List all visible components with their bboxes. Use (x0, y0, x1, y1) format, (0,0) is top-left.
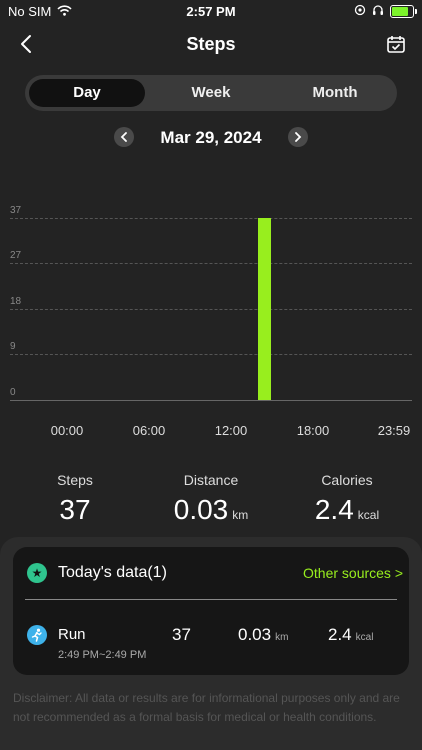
chart-bar (258, 218, 272, 400)
y-tick-label: 0 (10, 387, 16, 398)
run-icon (27, 625, 47, 645)
calendar-button[interactable] (382, 30, 410, 58)
distance-value: 0.03 (173, 494, 229, 525)
activity-steps: 37 (172, 625, 191, 644)
activity-row[interactable]: Run 2:49 PM~2:49 PM 37 0.03 km 2.4 kcal (13, 625, 409, 665)
x-tick-label: 18:00 (296, 423, 330, 438)
activity-calories-value: 2.4 (328, 625, 352, 644)
activity-distance-value: 0.03 (238, 625, 272, 644)
distance-label: Distance (183, 472, 239, 488)
tab-day[interactable]: Day (29, 79, 145, 107)
todays-data-title: Today's data(1) (58, 564, 167, 581)
calories-value: 2.4 (314, 494, 354, 525)
grid-line (10, 218, 412, 219)
other-sources-link[interactable]: Other sources > (303, 565, 403, 581)
x-tick-label: 06:00 (132, 423, 166, 438)
distance-unit: km (232, 508, 249, 522)
y-tick-label: 18 (10, 296, 22, 307)
grid-line (10, 263, 412, 264)
distance-stat: Distance 0.03 km (141, 472, 281, 526)
disclaimer-text: Disclaimer: All data or results are for … (13, 691, 400, 724)
y-tick-label: 37 (10, 205, 22, 216)
todays-data-card: ★ Today's data(1) Other sources > Run 2:… (13, 547, 409, 675)
status-right (354, 4, 417, 19)
star-icon: ★ (27, 563, 47, 583)
grid-line (10, 354, 412, 355)
activity-distance-unit: km (275, 632, 289, 643)
steps-label: Steps (57, 472, 93, 488)
calories-unit: kcal (357, 508, 380, 522)
grid-line (10, 309, 412, 310)
divider (25, 599, 397, 600)
activity-calories-unit: kcal (355, 632, 374, 643)
status-bar: No SIM 2:57 PM (0, 0, 422, 24)
calories-label: Calories (321, 472, 373, 488)
calendar-check-icon (387, 36, 405, 53)
headphones-icon (372, 4, 384, 19)
date-selector: Mar 29, 2024 (0, 124, 422, 152)
activity-label: Run (58, 626, 86, 643)
chevron-right-icon (295, 132, 302, 142)
period-segmented-control: Day Week Month (25, 75, 397, 111)
tab-week[interactable]: Week (153, 79, 269, 107)
x-tick-label: 23:59 (377, 423, 411, 438)
y-tick-label: 9 (10, 341, 16, 352)
x-tick-label: 12:00 (214, 423, 248, 438)
y-tick-label: 27 (10, 250, 22, 261)
todays-data-header: ★ Today's data(1) Other sources > (13, 547, 409, 599)
calories-stat: Calories 2.4 kcal (277, 472, 417, 526)
steps-stat: Steps 37 (5, 472, 145, 526)
steps-bar-chart: 37 27 18 9 0 00:00 06:00 12:00 18:00 23:… (0, 195, 422, 445)
x-tick-label: 00:00 (50, 423, 84, 438)
activity-distance: 0.03 km (238, 625, 288, 645)
activity-calories: 2.4 kcal (328, 625, 373, 645)
battery-icon (390, 5, 417, 18)
activity-time-range: 2:49 PM~2:49 PM (58, 649, 147, 661)
next-date-button[interactable] (288, 127, 308, 147)
current-date: Mar 29, 2024 (160, 128, 262, 147)
page-title: Steps (186, 34, 236, 54)
tab-month[interactable]: Month (277, 79, 393, 107)
summary-stats: Steps 37 Distance 0.03 km Calories 2.4 kca… (0, 472, 422, 542)
nav-bar: Steps (0, 26, 422, 62)
location-lock-icon (354, 4, 366, 19)
chart-baseline (10, 400, 412, 401)
steps-value: 37 (59, 494, 91, 525)
details-panel: ★ Today's data(1) Other sources > Run 2:… (0, 537, 422, 750)
